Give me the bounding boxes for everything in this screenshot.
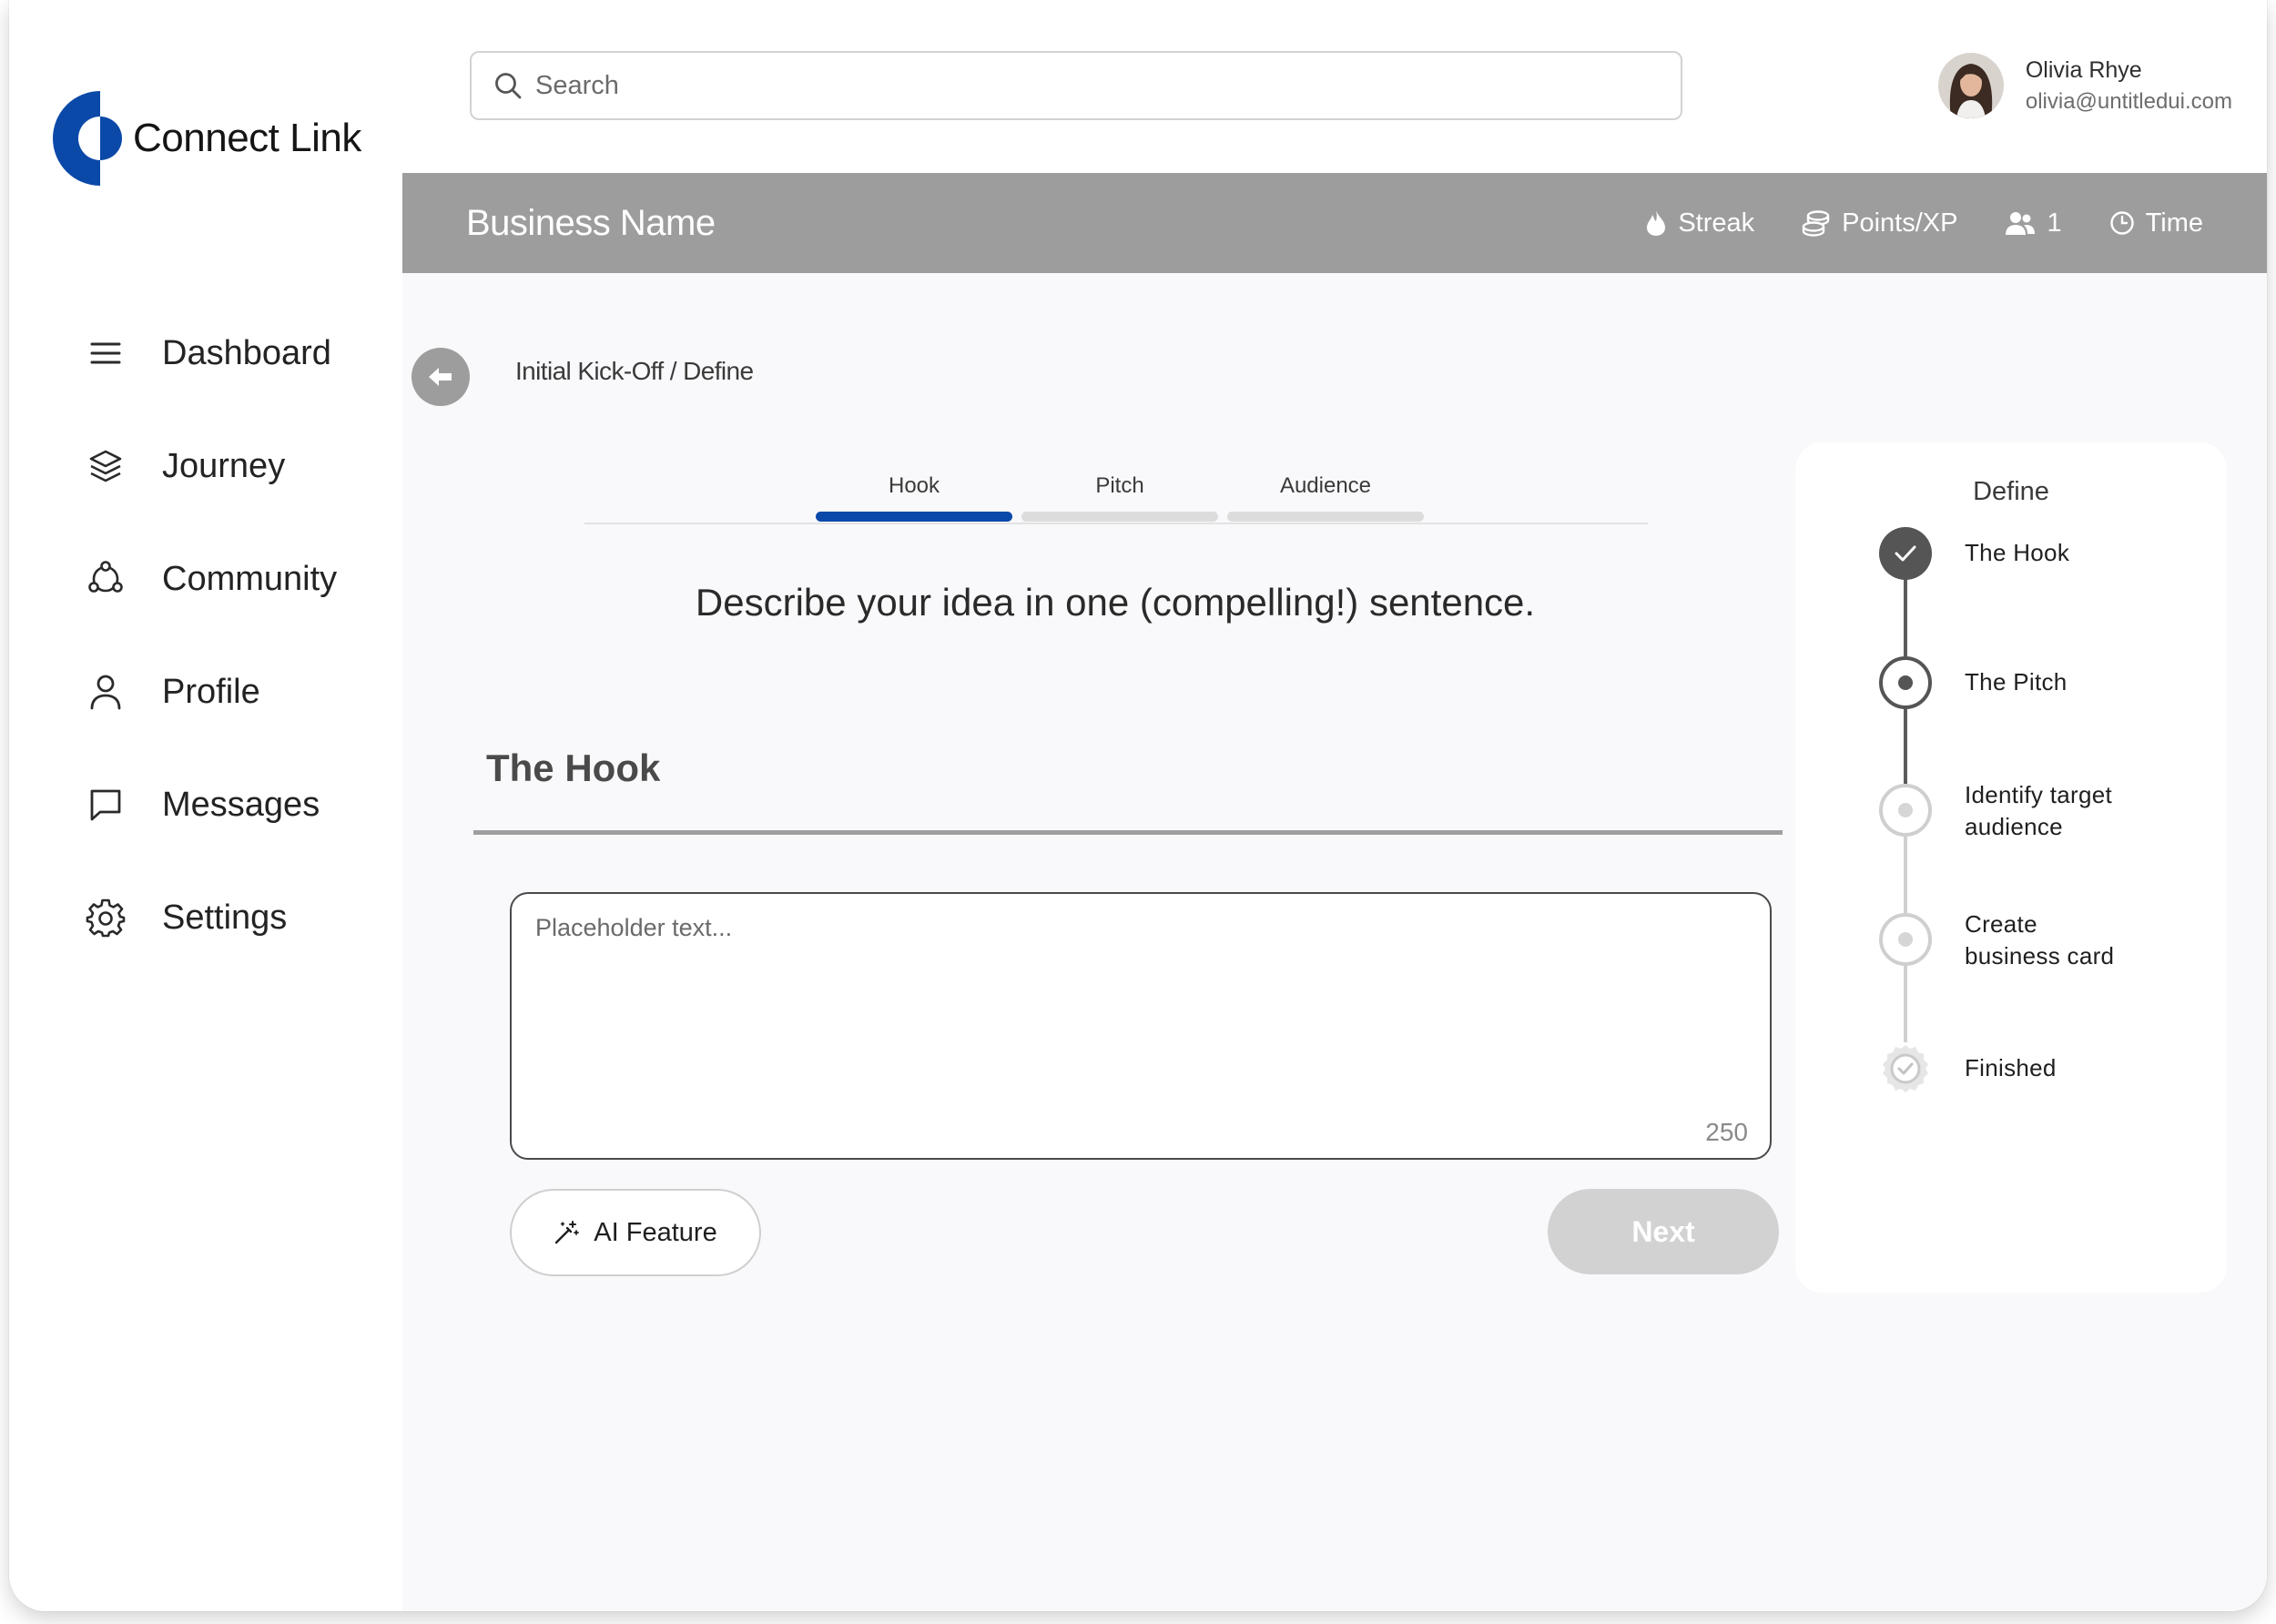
gear-icon: [86, 898, 126, 938]
step-label[interactable]: The Pitch: [1965, 666, 2068, 698]
users-stat[interactable]: 1: [2005, 208, 2062, 239]
search-bar[interactable]: [470, 51, 1682, 120]
tab-indicator: [1021, 512, 1218, 522]
tab-indicator: [816, 512, 1012, 522]
business-header: Business Name Streak Points/XP 1 Time: [402, 173, 2267, 273]
sidebar-item-label: Messages: [162, 785, 320, 824]
sidebar-item-dashboard[interactable]: Dashboard: [86, 297, 337, 410]
connect-link-logo-icon: [53, 91, 122, 186]
step-tabs: Hook Pitch Audience: [584, 473, 1648, 524]
section-divider: [473, 830, 1783, 835]
users-count: 1: [2047, 208, 2062, 238]
users-icon: [2006, 212, 2036, 235]
sidebar-item-messages[interactable]: Messages: [86, 748, 337, 861]
user-icon: [86, 672, 126, 712]
step-completed-indicator: [1879, 527, 1932, 580]
ai-feature-button[interactable]: AI Feature: [510, 1189, 761, 1276]
search-input[interactable]: [535, 70, 1628, 101]
sidebar-item-label: Journey: [162, 446, 286, 485]
sidebar-item-profile[interactable]: Profile: [86, 635, 337, 748]
sidebar-item-settings[interactable]: Settings: [86, 861, 337, 974]
step-current-indicator: [1879, 656, 1932, 709]
tab-label: Hook: [888, 473, 940, 498]
avatar: [1937, 53, 2004, 118]
current-dot: [1898, 675, 1913, 690]
magic-wand-icon: [555, 1221, 580, 1244]
points-label: Points/XP: [1842, 208, 1958, 238]
breadcrumb: Initial Kick-Off / Define: [515, 357, 754, 385]
step-label[interactable]: Finished: [1965, 1052, 2057, 1084]
header-stats: Streak Points/XP 1 Time: [1598, 173, 2203, 273]
step-connector: [1904, 835, 1907, 913]
logo[interactable]: Connect Link: [53, 91, 361, 186]
back-button[interactable]: [412, 348, 470, 406]
check-icon: [1895, 545, 1916, 562]
business-name: Business Name: [466, 202, 716, 243]
layers-icon: [86, 446, 126, 486]
hook-textarea-container: 250: [510, 892, 1772, 1160]
tab-pitch[interactable]: Pitch: [1021, 473, 1218, 522]
sidebar-item-label: Settings: [162, 898, 288, 937]
step-label-line: audience: [1965, 813, 2063, 840]
tab-audience[interactable]: Audience: [1227, 473, 1424, 522]
step-label-line: Identify target: [1965, 781, 2113, 808]
sidebar-item-label: Profile: [162, 672, 260, 711]
stepper-title: Define: [1973, 477, 2049, 506]
step-upcoming-indicator: [1879, 913, 1932, 966]
step-label-line: The Pitch: [1965, 668, 2068, 695]
topbar: Olivia Rhye olivia@untitledui.com: [402, 0, 2267, 173]
step-connector: [1904, 578, 1907, 656]
hook-textarea[interactable]: [512, 894, 1770, 1158]
step-label-line: Finished: [1965, 1054, 2057, 1081]
main-content: Initial Kick-Off / Define Hook Pitch Aud…: [402, 273, 2267, 1611]
streak-stat[interactable]: Streak: [1645, 208, 1754, 239]
coins-icon: [1802, 210, 1830, 237]
step-label-line: Create: [1965, 910, 2037, 938]
define-stepper: Define The Hook The Pitch Identify targe…: [1795, 442, 2227, 1293]
tab-indicator: [1227, 512, 1424, 522]
step-label[interactable]: Identify target audience: [1965, 779, 2112, 843]
search-icon: [495, 73, 522, 99]
time-label: Time: [2145, 208, 2203, 238]
time-stat[interactable]: Time: [2109, 208, 2203, 239]
brand-name: Connect Link: [133, 116, 361, 160]
user-name: Olivia Rhye: [2025, 56, 2142, 83]
menu-icon: [86, 333, 126, 373]
tab-hook[interactable]: Hook: [816, 473, 1012, 522]
step-label[interactable]: Create business card: [1965, 908, 2114, 972]
tab-label: Audience: [1279, 473, 1372, 498]
sidebar-nav: Dashboard Journey Community Profile Mess…: [86, 297, 337, 974]
streak-label: Streak: [1678, 208, 1755, 238]
prompt-question: Describe your idea in one (compelling!) …: [695, 581, 1536, 624]
upcoming-dot: [1898, 803, 1913, 817]
sidebar-item-community[interactable]: Community: [86, 523, 337, 635]
tab-label: Pitch: [1095, 473, 1144, 498]
message-icon: [86, 785, 126, 825]
step-upcoming-indicator: [1879, 784, 1932, 837]
community-icon: [86, 559, 126, 599]
upcoming-dot: [1898, 932, 1913, 947]
section-title: The Hook: [486, 746, 661, 789]
step-label-line: business card: [1965, 942, 2115, 969]
step-label-line: The Hook: [1965, 539, 2070, 566]
clock-icon: [2109, 211, 2134, 235]
user-info: Olivia Rhye olivia@untitledui.com: [2026, 57, 2232, 115]
app-window: Connect Link Dashboard Journey Community: [9, 0, 2267, 1611]
arrow-left-icon: [429, 368, 452, 386]
user-menu[interactable]: Olivia Rhye olivia@untitledui.com: [1937, 53, 2232, 118]
sidebar: Connect Link Dashboard Journey Community: [9, 0, 402, 1611]
user-email: olivia@untitledui.com: [2025, 88, 2232, 114]
sidebar-item-label: Community: [162, 559, 338, 598]
char-count: 250: [1705, 1118, 1748, 1146]
next-button[interactable]: Next: [1548, 1189, 1779, 1274]
points-stat[interactable]: Points/XP: [1802, 208, 1957, 239]
flame-icon: [1647, 210, 1666, 236]
finish-badge-icon: [1883, 1045, 1928, 1092]
ai-feature-label: AI Feature: [594, 1217, 717, 1247]
step-connector: [1904, 707, 1907, 784]
sidebar-item-label: Dashboard: [162, 333, 331, 372]
sidebar-item-journey[interactable]: Journey: [86, 410, 337, 523]
step-connector: [1904, 964, 1907, 1042]
step-label[interactable]: The Hook: [1965, 537, 2069, 569]
